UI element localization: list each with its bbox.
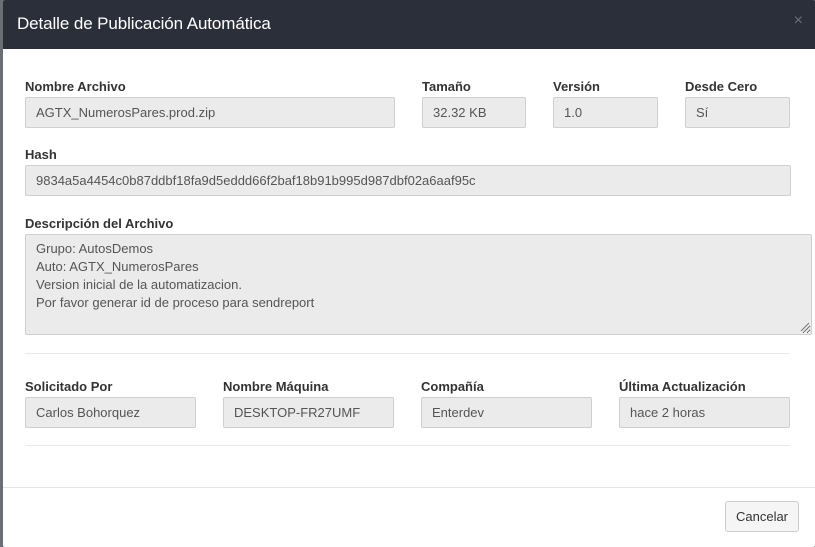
machine-name-label: Nombre Máquina	[223, 379, 329, 394]
description-label: Descripción del Archivo	[25, 216, 174, 231]
requested-by-field[interactable]: Carlos Bohorquez	[25, 397, 196, 428]
resize-grip-icon[interactable]	[799, 321, 810, 332]
modal-title: Detalle de Publicación Automática	[17, 14, 271, 33]
publication-detail-modal: Detalle de Publicación Automática × Nomb…	[3, 0, 815, 547]
description-textarea[interactable]: Grupo: AutosDemos Auto: AGTX_NumerosPare…	[25, 234, 812, 335]
file-name-label: Nombre Archivo	[25, 79, 126, 94]
hash-field[interactable]: 9834a5a4454c0b87ddbf18fa9d5eddd66f2baf18…	[25, 165, 791, 196]
from-scratch-field[interactable]: Sí	[685, 97, 790, 128]
company-label: Compañía	[421, 379, 484, 394]
footer-divider	[3, 487, 815, 488]
from-scratch-label: Desde Cero	[685, 79, 758, 94]
section-divider	[25, 353, 790, 354]
close-icon[interactable]: ×	[794, 12, 803, 30]
hash-label: Hash	[25, 147, 57, 162]
size-field[interactable]: 32.32 KB	[422, 97, 526, 128]
version-label: Versión	[553, 79, 600, 94]
machine-name-field[interactable]: DESKTOP-FR27UMF	[223, 397, 394, 428]
requested-by-label: Solicitado Por	[25, 379, 113, 394]
version-field[interactable]: 1.0	[553, 97, 658, 128]
modal-header: Detalle de Publicación Automática ×	[3, 0, 815, 49]
cancel-button[interactable]: Cancelar	[725, 501, 799, 532]
section-divider	[25, 445, 790, 446]
last-update-field[interactable]: hace 2 horas	[619, 397, 790, 428]
size-label: Tamaño	[422, 79, 471, 94]
file-name-field[interactable]: AGTX_NumerosPares.prod.zip	[25, 97, 395, 128]
company-field[interactable]: Enterdev	[421, 397, 592, 428]
last-update-label: Última Actualización	[619, 379, 746, 394]
